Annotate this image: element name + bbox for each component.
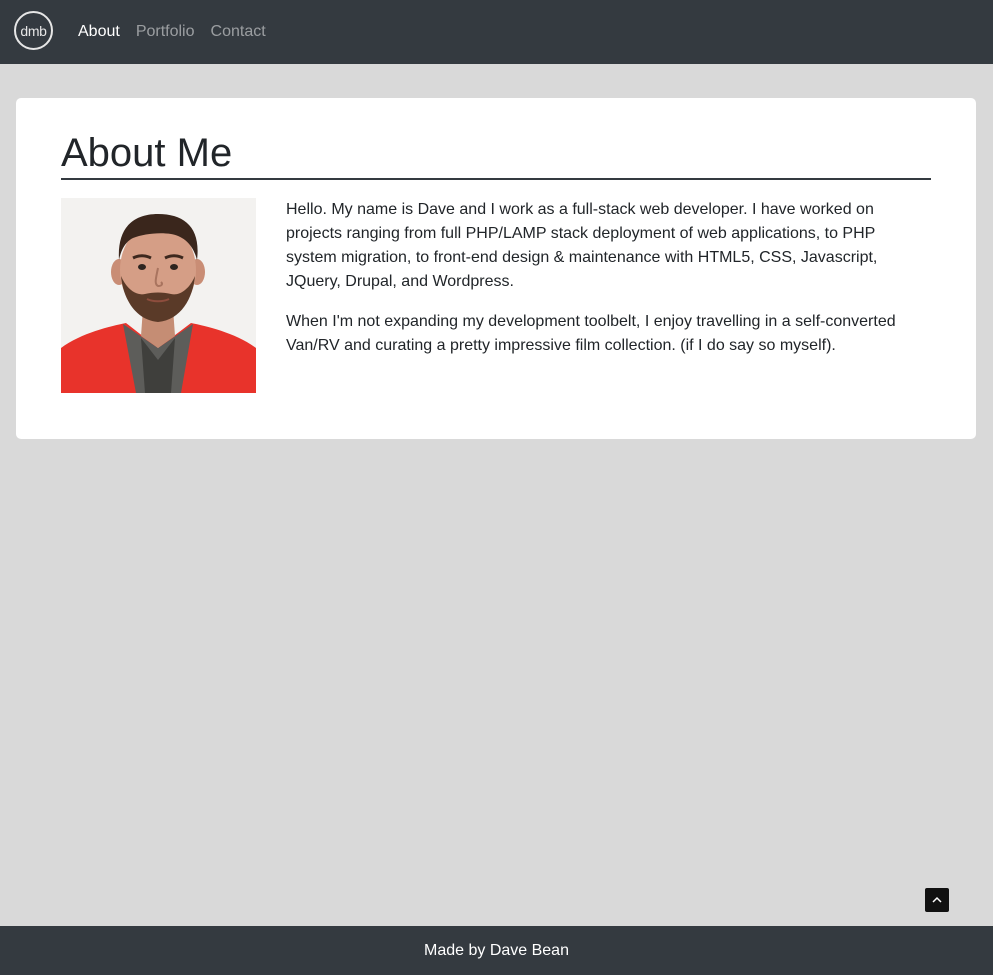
bio-text: Hello. My name is Dave and I work as a f… — [286, 198, 926, 374]
scroll-to-top-button[interactable] — [925, 888, 949, 912]
nav-link-portfolio[interactable]: Portfolio — [136, 23, 195, 41]
nav-links: About Portfolio Contact — [78, 0, 282, 64]
page-title: About Me — [61, 128, 931, 180]
logo-link[interactable]: dmb — [14, 11, 53, 50]
chevron-up-icon — [932, 891, 942, 909]
profile-photo — [61, 198, 256, 393]
about-card: About Me Hello. My name is Dave and I wo… — [16, 98, 976, 439]
nav-link-contact[interactable]: Contact — [211, 23, 266, 41]
bio-paragraph: Hello. My name is Dave and I work as a f… — [286, 201, 878, 290]
nav-link-about[interactable]: About — [78, 23, 120, 41]
navbar: dmb About Portfolio Contact — [0, 0, 993, 64]
bio-paragraph: When I'm not expanding my development to… — [286, 313, 896, 354]
footer: Made by Dave Bean — [0, 926, 993, 975]
footer-text: Made by Dave Bean — [424, 941, 569, 959]
